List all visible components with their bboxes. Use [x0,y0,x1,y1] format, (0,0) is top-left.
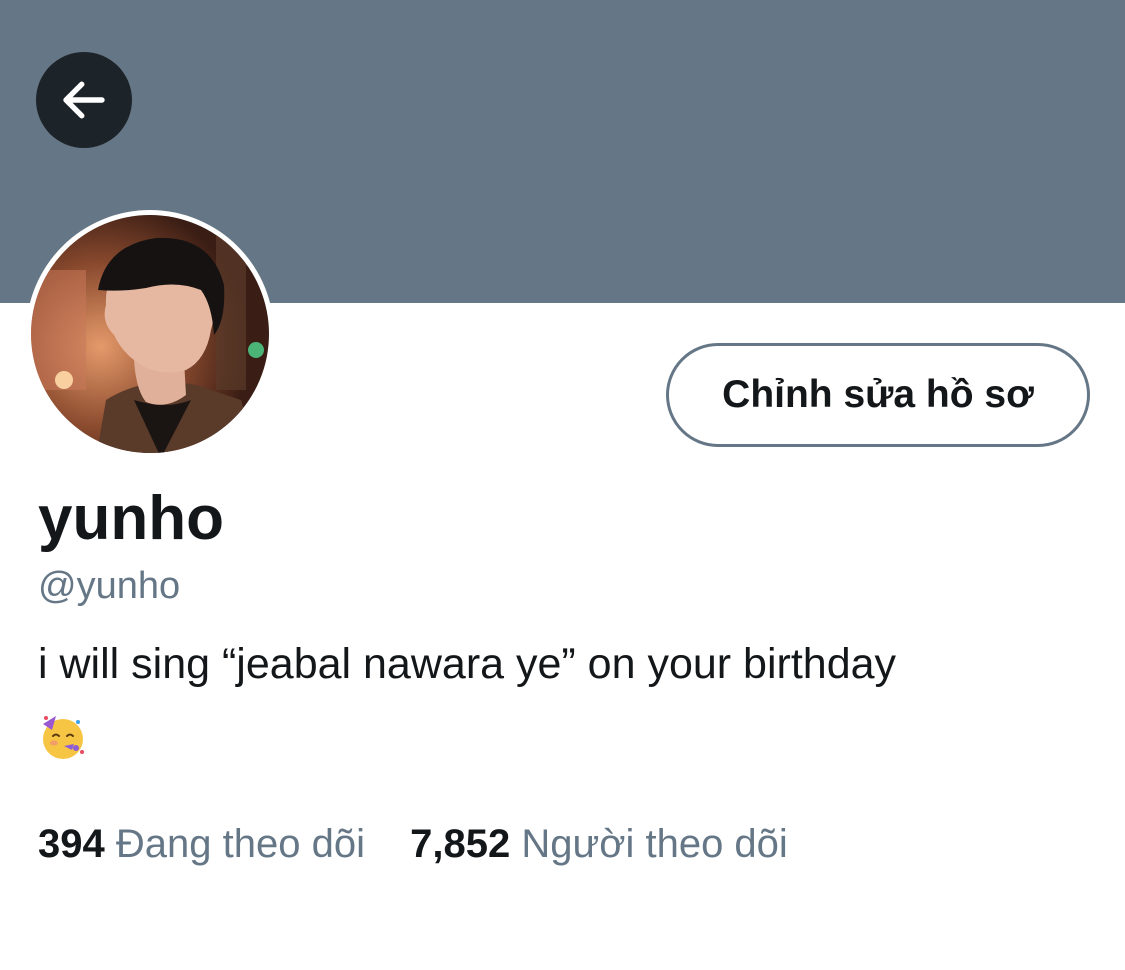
bio-text: i will sing “jeabal nawara ye” on your b… [38,640,897,688]
follow-stats: 394 Đang theo dõi 7,852 Người theo dõi [38,822,788,866]
user-handle: @yunho [38,565,181,607]
following-count: 394 [38,822,105,866]
followers-label: Người theo dõi [521,822,788,866]
display-name: yunho [38,484,224,553]
following-label: Đang theo dõi [115,822,365,866]
arrow-left-icon [63,81,105,119]
followers-count: 7,852 [410,822,511,866]
avatar-photo [31,215,269,453]
edit-profile-button[interactable]: Chỉnh sửa hồ sơ [666,343,1090,447]
partying-face-emoji-icon [43,716,84,759]
following-stat[interactable]: 394 Đang theo dõi [38,822,365,866]
back-button[interactable] [36,52,132,148]
followers-stat[interactable]: 7,852 Người theo dõi [410,822,788,866]
avatar[interactable] [26,210,274,458]
